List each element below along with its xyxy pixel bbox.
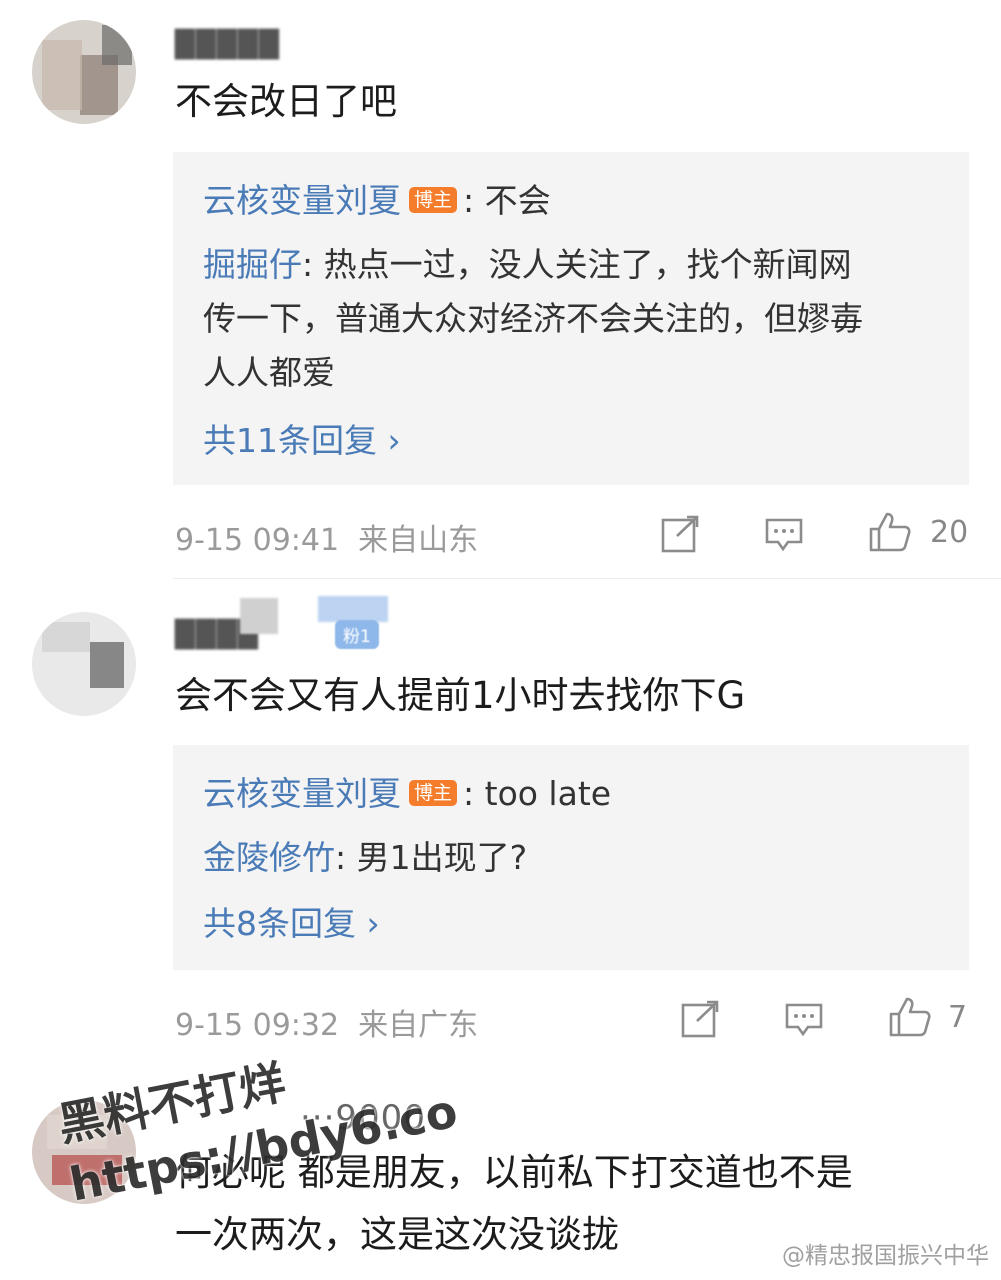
reply-text: : too late <box>463 774 612 813</box>
reply-line: 掘掘仔: 热点一过，没人关注了，找个新闻网 <box>203 238 939 292</box>
timestamp: 9-15 09:32 <box>175 1008 340 1043</box>
blurred-block <box>318 596 388 622</box>
weibo-credit: @精忠报国振兴中华 <box>782 1243 989 1269</box>
like-count: 20 <box>930 515 969 550</box>
reply-author[interactable]: 金陵修竹 <box>203 838 335 877</box>
comment-icon[interactable] <box>784 999 824 1039</box>
location: 来自山东 <box>358 523 479 558</box>
comment-1: █████ 不会改日了吧 云核变量刘夏 博主: 不会 掘掘仔: 热点一过，没人关注… <box>0 0 1001 580</box>
reply-line: 云核变量刘夏 博主: 不会 <box>203 174 939 228</box>
reply-text: : 热点一过，没人关注了，找个新闻网 <box>302 245 852 284</box>
reply-box[interactable]: 云核变量刘夏 博主: too late 金陵修竹: 男1出现了? 共8条回复 › <box>173 745 969 970</box>
reply-author[interactable]: 云核变量刘夏 <box>203 774 401 813</box>
timestamp: 9-15 09:41 <box>175 523 340 558</box>
comment-icon[interactable] <box>764 514 804 554</box>
fans-badge: 粉1 <box>335 620 379 649</box>
like-icon[interactable] <box>888 995 932 1039</box>
reply-text: : 男1出现了? <box>335 838 528 877</box>
reply-line: 人人都爱 <box>203 346 939 400</box>
reply-text: 传一下，普通大众对经济不会关注的，但嫪毐 <box>203 299 863 338</box>
blurred-block <box>240 598 278 634</box>
reply-text: 人人都爱 <box>203 353 335 392</box>
like-icon[interactable] <box>868 510 912 554</box>
host-badge: 博主 <box>409 187 458 213</box>
reply-author[interactable]: 云核变量刘夏 <box>203 181 401 220</box>
reply-box[interactable]: 云核变量刘夏 博主: 不会 掘掘仔: 热点一过，没人关注了，找个新闻网 传一下，普… <box>173 152 969 485</box>
share-icon[interactable] <box>680 999 720 1039</box>
reply-author[interactable]: 掘掘仔 <box>203 245 302 284</box>
reply-line: 金陵修竹: 男1出现了? <box>203 831 939 885</box>
reply-line: 传一下，普通大众对经济不会关注的，但嫪毐 <box>203 292 939 346</box>
avatar[interactable] <box>32 20 136 124</box>
share-icon[interactable] <box>660 514 700 554</box>
divider <box>173 578 1001 579</box>
comment-meta: 9-15 09:41 来自山东 <box>175 515 478 559</box>
comment-text: 不会改日了吧 <box>175 80 397 123</box>
reply-text: : 不会 <box>463 181 551 220</box>
like-count: 7 <box>948 1000 968 1035</box>
comment-2: ████ 粉1 会不会又有人提前1小时去找你下G 云核变量刘夏 博主: too l… <box>0 580 1001 1060</box>
host-badge: 博主 <box>409 780 458 806</box>
more-replies-link[interactable]: 共8条回复 › <box>203 897 380 945</box>
more-replies-link[interactable]: 共11条回复 › <box>203 414 401 462</box>
username[interactable]: █████ <box>175 30 280 60</box>
reply-line: 云核变量刘夏 博主: too late <box>203 767 939 821</box>
comment-text: 会不会又有人提前1小时去找你下G <box>175 674 746 717</box>
avatar[interactable] <box>32 612 136 716</box>
